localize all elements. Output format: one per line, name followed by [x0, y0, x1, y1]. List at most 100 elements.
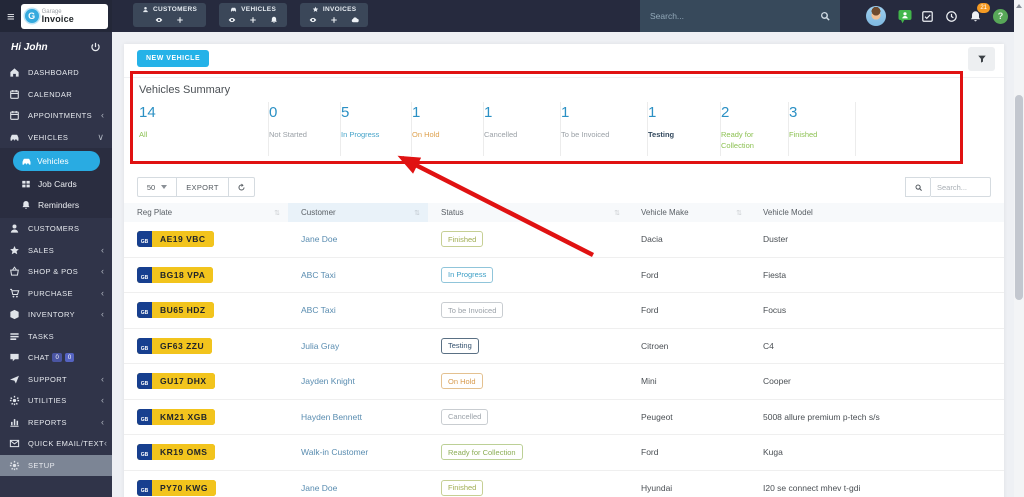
add-plus-icon[interactable] [330, 16, 338, 24]
stat-in-progress[interactable]: 5 In Progress [341, 102, 412, 156]
header-vehicle-make[interactable]: Vehicle Make⇅ [628, 203, 750, 222]
scrollbar-up-arrow[interactable] [1014, 0, 1024, 12]
vehicle-make: Mini [628, 376, 750, 386]
header-vehicle-model[interactable]: Vehicle Model [750, 203, 1004, 222]
customer-link[interactable]: Jane Doe [301, 234, 337, 244]
header-status[interactable]: Status⇅ [428, 203, 628, 222]
submenu-item-reminders[interactable]: Reminders [0, 194, 112, 215]
filter-button[interactable] [968, 47, 995, 71]
sidebar-item-purchase[interactable]: PURCHASE ‹ [0, 283, 112, 305]
grid-icon [21, 179, 31, 189]
messages-icon[interactable] [897, 10, 910, 23]
table-search-button[interactable] [905, 177, 931, 197]
quick-group-invoices[interactable]: INVOICES [300, 3, 368, 27]
search-icon[interactable] [819, 10, 831, 22]
customer-link[interactable]: Julia Gray [301, 341, 339, 351]
sidebar-item-utilities[interactable]: UTILITIES ‹ [0, 390, 112, 412]
sidebar-item-inventory[interactable]: INVENTORY ‹ [0, 304, 112, 326]
view-eye-icon[interactable] [155, 16, 163, 24]
sort-icon[interactable]: ⇅ [736, 209, 742, 217]
user-avatar[interactable] [866, 6, 886, 26]
sort-icon[interactable]: ⇅ [274, 209, 280, 217]
sidebar-item-quick-email-text[interactable]: QUICK EMAIL/TEXT ‹ [0, 433, 112, 455]
table-row[interactable]: GBGU17 DHX Jayden Knight On Hold Mini Co… [124, 364, 1004, 400]
sidebar-item-calendar[interactable]: CALENDAR [0, 84, 112, 106]
stat-ready-for-collection[interactable]: 2 Ready for Collection [721, 102, 789, 156]
check-square-icon[interactable] [921, 10, 934, 23]
stat-testing[interactable]: 1 Testing [648, 102, 721, 156]
stat-on-hold[interactable]: 1 On Hold [412, 102, 484, 156]
stat-finished[interactable]: 3 Finished [789, 102, 856, 156]
add-plus-icon[interactable] [249, 16, 257, 24]
app-logo[interactable]: G Garage Invoice [21, 4, 108, 29]
view-eye-icon[interactable] [309, 16, 317, 24]
view-eye-icon[interactable] [228, 16, 236, 24]
clock-icon[interactable] [945, 10, 958, 23]
gb-flag-badge: GB [137, 338, 152, 354]
sidebar-item-tasks[interactable]: TASKS [0, 326, 112, 348]
logout-power-icon[interactable] [90, 42, 101, 53]
table-row[interactable]: GBBG18 VPA ABC Taxi In Progress Ford Fie… [124, 258, 1004, 294]
vehicle-model: Fiesta [750, 270, 1004, 280]
customer-link[interactable]: Jayden Knight [301, 376, 355, 386]
hamburger-menu-icon[interactable]: ≡ [7, 9, 15, 24]
table-row[interactable]: GBPY70 KWG Jane Doe Finished Hyundai I20… [124, 471, 1004, 497]
vehicle-model: 5008 allure premium p-tech s/s [750, 412, 1004, 422]
status-badge: Testing [441, 338, 479, 354]
sidebar-item-setup[interactable]: SETUP [0, 455, 112, 477]
table-header-row: Reg Plate⇅ Customer⇅ Status⇅ Vehicle Mak… [124, 203, 1004, 222]
help-icon[interactable]: ? [993, 9, 1008, 24]
add-plus-icon[interactable] [176, 16, 184, 24]
table-row[interactable]: GBGF63 ZZU Julia Gray Testing Citroen C4 [124, 329, 1004, 365]
vehicles-submenu: Vehicles Job Cards Reminders [0, 148, 112, 218]
stat-to-be-invoiced[interactable]: 1 To be Invoiced [561, 102, 648, 156]
bell-icon[interactable] [270, 16, 278, 24]
table-row[interactable]: GBKR19 OMS Walk-in Customer Ready for Co… [124, 435, 1004, 471]
customer-link[interactable]: ABC Taxi [301, 305, 336, 315]
global-search-input[interactable] [640, 0, 840, 32]
sidebar-item-appointments[interactable]: APPOINTMENTS ‹ [0, 105, 112, 127]
sort-icon[interactable]: ⇅ [614, 209, 620, 217]
cloud-icon[interactable] [351, 16, 359, 24]
submenu-item-job-cards[interactable]: Job Cards [0, 173, 112, 194]
stat-cancelled[interactable]: 1 Cancelled [484, 102, 561, 156]
customer-link[interactable]: Jane Doe [301, 483, 337, 493]
sidebar-item-chat[interactable]: CHAT 0 0 [0, 347, 112, 369]
sidebar-item-support[interactable]: SUPPORT ‹ [0, 369, 112, 391]
customer-link[interactable]: Hayden Bennett [301, 412, 362, 422]
header-customer[interactable]: Customer⇅ [288, 203, 428, 222]
sidebar-item-dashboard[interactable]: DASHBOARD [0, 62, 112, 84]
sidebar-item-shop-pos[interactable]: SHOP & POS ‹ [0, 261, 112, 283]
refresh-button[interactable] [229, 177, 255, 197]
stat-not-started[interactable]: 0 Not Started [269, 102, 341, 156]
vehicle-model: Focus [750, 305, 1004, 315]
vehicle-make: Ford [628, 447, 750, 457]
table-row[interactable]: GBAE19 VBC Jane Doe Finished Dacia Duste… [124, 222, 1004, 258]
status-badge: In Progress [441, 267, 493, 283]
page-scrollbar[interactable] [1014, 0, 1024, 497]
scrollbar-thumb[interactable] [1015, 95, 1023, 300]
table-search-input[interactable] [931, 177, 991, 197]
page-size-select[interactable]: 50 [137, 177, 177, 197]
sort-icon[interactable]: ⇅ [414, 209, 420, 217]
customer-link[interactable]: ABC Taxi [301, 270, 336, 280]
quick-group-vehicles[interactable]: VEHICLES [219, 3, 287, 27]
sidebar-item-sales[interactable]: SALES ‹ [0, 240, 112, 262]
sidebar-item-vehicles[interactable]: VEHICLES ∨ [0, 127, 112, 149]
home-icon [9, 67, 20, 78]
app-root: ≡ G Garage Invoice Hi John DASHBOARD CAL… [0, 0, 1024, 497]
stat-all[interactable]: 14 All [139, 102, 269, 156]
table-row[interactable]: GBKM21 XGB Hayden Bennett Cancelled Peug… [124, 400, 1004, 436]
table-row[interactable]: GBBU65 HDZ ABC Taxi To be Invoiced Ford … [124, 293, 1004, 329]
submenu-item-vehicles-active[interactable]: Vehicles [13, 151, 100, 171]
quick-group-customers[interactable]: CUSTOMERS [133, 3, 206, 27]
sidebar-item-customers[interactable]: CUSTOMERS [0, 218, 112, 240]
sidebar-item-reports[interactable]: REPORTS ‹ [0, 412, 112, 434]
customer-link[interactable]: Walk-in Customer [301, 447, 368, 457]
notifications-bell-icon[interactable]: 21 [969, 10, 982, 23]
new-vehicle-button[interactable]: NEW VEHICLE [137, 50, 209, 67]
header-reg-plate[interactable]: Reg Plate⇅ [124, 203, 288, 222]
export-button[interactable]: EXPORT [177, 177, 229, 197]
search-icon [914, 183, 923, 192]
vehicles-summary: Vehicles Summary 14 All 0 Not Started 5 [124, 78, 1004, 156]
